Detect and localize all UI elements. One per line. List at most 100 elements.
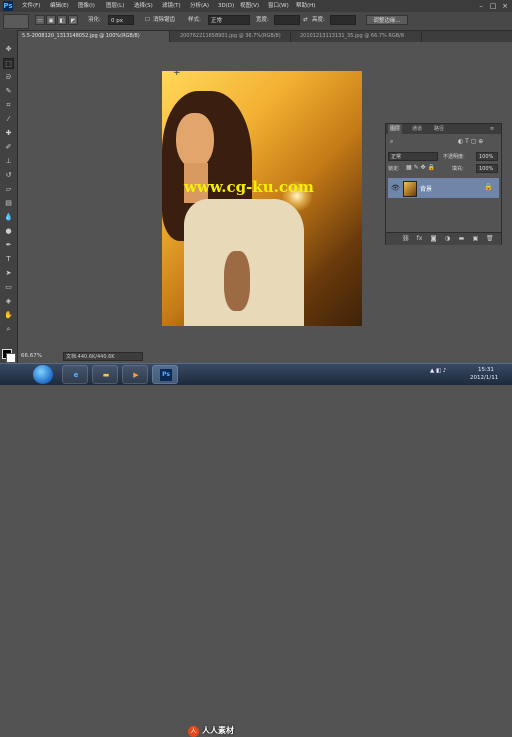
lasso-tool-icon[interactable]: ᘐ	[3, 72, 14, 83]
antialias-label: 消除锯齿	[153, 17, 176, 23]
adjustment-layer-icon[interactable]: ◑	[444, 235, 451, 242]
lock-icons[interactable]: ▦ ✎ ✥ 🔒	[406, 164, 435, 171]
fill-input[interactable]: 100%	[476, 164, 498, 173]
path-select-tool-icon[interactable]: ➤	[3, 268, 14, 279]
menu-bar: Ps 文件(F) 编辑(E) 图像(I) 图层(L) 选择(S) 滤镜(T) 分…	[0, 0, 512, 12]
link-layers-icon[interactable]: ⛓	[402, 235, 410, 242]
tray-icons[interactable]: ▲ ◧ ♪	[430, 368, 446, 374]
zoom-level[interactable]: 66.67%	[21, 353, 42, 359]
swap-icon[interactable]: ⇄	[303, 16, 308, 25]
history-brush-tool-icon[interactable]: ↺	[3, 170, 14, 181]
new-layer-icon[interactable]: ▣	[472, 235, 479, 242]
menu-3d[interactable]: 3D(D)	[218, 2, 234, 10]
filter-kind-icon[interactable]: ⌕	[390, 138, 393, 146]
clock-date[interactable]: 2012/1/11	[470, 375, 498, 381]
3d-rotate-tool-icon[interactable]: ◈	[3, 296, 14, 307]
style-select[interactable]: 正常	[208, 15, 250, 25]
panel-menu-icon[interactable]: ≡	[490, 124, 494, 134]
gradient-tool-icon[interactable]: ▤	[3, 198, 14, 209]
menu-window[interactable]: 窗口(W)	[268, 2, 289, 10]
fill-label: 填充:	[452, 166, 464, 172]
status-bar: 66.67% 文档:440.6K/440.6K	[18, 352, 512, 363]
shape-tool-icon[interactable]: ▭	[3, 282, 14, 293]
close-button[interactable]: ×	[500, 2, 510, 10]
photoshop-icon: Ps	[160, 369, 172, 381]
antialias-checkbox[interactable]: ☐	[145, 16, 150, 25]
filter-icons[interactable]: ◐ T ▢ ⊕	[458, 138, 483, 145]
intersect-selection-icon[interactable]: ◩	[68, 15, 78, 25]
document-info[interactable]: 文档:440.6K/440.6K	[63, 352, 143, 361]
pen-tool-icon[interactable]: ✒	[3, 240, 14, 251]
menu-layer[interactable]: 图层(L)	[106, 2, 124, 10]
tool-preset-picker[interactable]	[3, 14, 29, 29]
photo-brooch	[224, 251, 250, 311]
layer-thumbnail	[403, 181, 417, 197]
move-tool-icon[interactable]: ✥	[3, 44, 14, 55]
minimize-button[interactable]: –	[476, 2, 486, 10]
blur-tool-icon[interactable]: 💧	[3, 212, 14, 223]
taskbar-photoshop[interactable]: Ps	[152, 365, 178, 384]
quick-select-tool-icon[interactable]: ✎	[3, 86, 14, 97]
style-label: 样式:	[188, 17, 201, 23]
refine-edge-button[interactable]: 调整边缘...	[366, 15, 408, 25]
eyedropper-tool-icon[interactable]: ⁄	[3, 114, 14, 125]
feather-input[interactable]: 0 px	[108, 15, 134, 25]
subtract-selection-icon[interactable]: ◧	[57, 15, 67, 25]
menu-analysis[interactable]: 分析(A)	[190, 2, 209, 10]
feather-label: 羽化:	[88, 17, 101, 23]
add-mask-icon[interactable]: ◙	[430, 235, 437, 242]
tab-paths[interactable]: 路径	[434, 124, 444, 134]
document-tab-bar: 5.5-2008120_1313148052.jpg @ 100%(RGB/8)…	[18, 31, 512, 42]
eraser-tool-icon[interactable]: ▱	[3, 184, 14, 195]
background-color-swatch[interactable]	[6, 353, 16, 363]
folder-icon: ▬	[102, 371, 110, 379]
photoshop-logo-icon[interactable]: Ps	[3, 1, 13, 11]
delete-layer-icon[interactable]: 🗑	[486, 235, 494, 242]
opacity-label: 不透明度:	[443, 154, 465, 160]
add-selection-icon[interactable]: ▣	[46, 15, 56, 25]
clone-stamp-tool-icon[interactable]: ⊥	[3, 156, 14, 167]
taskbar-media-player[interactable]: ▶	[122, 365, 148, 384]
marquee-tool-icon[interactable]: ⬚	[3, 58, 14, 69]
tab-document-2[interactable]: 200762211658901.jpg @ 36.7%(RGB/8)	[176, 31, 291, 42]
menu-view[interactable]: 视图(V)	[240, 2, 259, 10]
menu-image[interactable]: 图像(I)	[78, 2, 95, 10]
new-selection-icon[interactable]: ▭	[35, 15, 45, 25]
panel-tab-bar: 图层 通道 路径 ≡	[386, 124, 501, 134]
menu-select[interactable]: 选择(S)	[134, 2, 153, 10]
brush-tool-icon[interactable]: ✐	[3, 142, 14, 153]
menu-file[interactable]: 文件(F)	[22, 2, 40, 10]
tab-document-1[interactable]: 5.5-2008120_1313148052.jpg @ 100%(RGB/8)	[18, 31, 170, 42]
blend-mode-select[interactable]: 正常	[388, 152, 438, 161]
start-button[interactable]	[33, 365, 53, 384]
tab-channels[interactable]: 通道	[412, 124, 422, 134]
tab-document-3[interactable]: 20101213113131_35.jpg @ 66.7% RGB/8	[296, 31, 422, 42]
lock-icon: 🔒	[484, 183, 493, 191]
lock-row: 锁定: ▦ ✎ ✥ 🔒 填充: 100%	[388, 164, 499, 174]
layer-style-icon[interactable]: fx	[416, 235, 423, 242]
clock-time[interactable]: 15:31	[478, 367, 494, 373]
opacity-input[interactable]: 100%	[476, 152, 498, 161]
layer-row-background[interactable]: 👁 背景 🔒	[388, 178, 499, 198]
taskbar-explorer[interactable]: ▬	[92, 365, 118, 384]
zoom-tool-icon[interactable]: ⌕	[3, 324, 14, 335]
lock-label: 锁定:	[388, 166, 400, 172]
media-player-icon: ▶	[133, 371, 139, 379]
dodge-tool-icon[interactable]: ●	[3, 226, 14, 237]
maximize-button[interactable]: □	[488, 2, 498, 10]
document-canvas[interactable]: www.cg-ku.com +	[162, 71, 362, 326]
menu-edit[interactable]: 编辑(E)	[50, 2, 69, 10]
menu-help[interactable]: 帮助(H)	[296, 2, 315, 10]
options-bar: ▭ ▣ ◧ ◩ 羽化: 0 px ☐ 消除锯齿 样式: 正常 宽度: ⇄ 高度:…	[0, 12, 512, 31]
taskbar-ie[interactable]: e	[62, 365, 88, 384]
new-group-icon[interactable]: ▬	[458, 235, 465, 242]
hand-tool-icon[interactable]: ✋	[3, 310, 14, 321]
healing-brush-tool-icon[interactable]: ✚	[3, 128, 14, 139]
width-input[interactable]	[274, 15, 300, 25]
height-input[interactable]	[330, 15, 356, 25]
eye-icon[interactable]: 👁	[391, 184, 400, 192]
crop-tool-icon[interactable]: ⌗	[3, 100, 14, 111]
tab-layers[interactable]: 图层	[388, 124, 403, 134]
type-tool-icon[interactable]: T	[3, 254, 14, 265]
menu-filter[interactable]: 滤镜(T)	[162, 2, 181, 10]
